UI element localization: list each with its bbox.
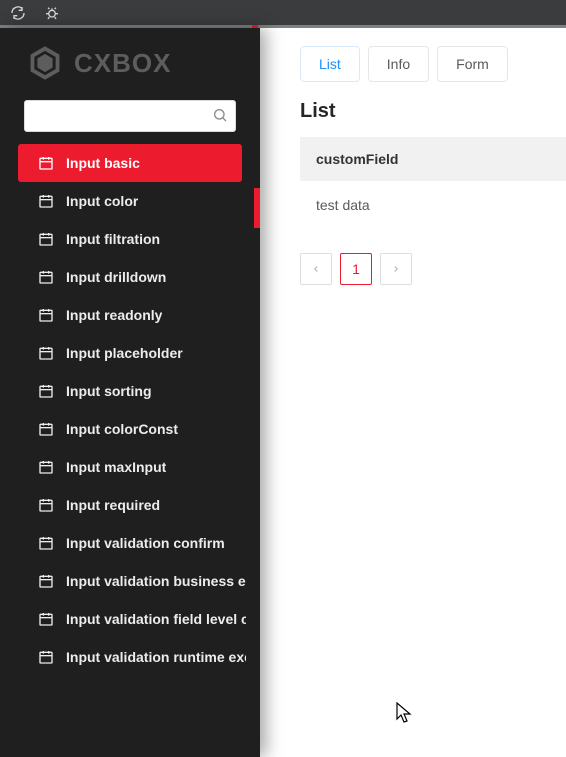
sidebar-item-5[interactable]: Input placeholder <box>0 334 260 372</box>
sidebar-item-label: Input validation confirm <box>66 535 225 551</box>
calendar-icon <box>38 459 54 475</box>
page-title: List <box>300 100 566 123</box>
sidebar-item-label: Input required <box>66 497 160 513</box>
sidebar-item-4[interactable]: Input readonly <box>0 296 260 334</box>
brand: CXBOX <box>0 28 260 92</box>
pagination-next[interactable] <box>380 253 412 285</box>
sidebar-item-13[interactable]: Input validation runtime exc <box>0 638 260 676</box>
sidebar-item-3[interactable]: Input drilldown <box>0 258 260 296</box>
calendar-icon <box>38 649 54 665</box>
calendar-icon <box>38 383 54 399</box>
calendar-icon <box>38 269 54 285</box>
sidebar-item-9[interactable]: Input required <box>0 486 260 524</box>
sidebar-item-label: Input color <box>66 193 138 209</box>
calendar-icon <box>38 573 54 589</box>
search-icon[interactable] <box>212 107 228 123</box>
calendar-icon <box>38 345 54 361</box>
bug-icon[interactable] <box>44 5 60 21</box>
calendar-icon <box>38 611 54 627</box>
sidebar-item-label: Input placeholder <box>66 345 183 361</box>
calendar-icon <box>38 535 54 551</box>
pagination-prev[interactable] <box>300 253 332 285</box>
sidebar: CXBOX Input basic Input color Input filtra… <box>0 28 260 757</box>
sidebar-item-label: Input readonly <box>66 307 162 323</box>
sidebar-item-2[interactable]: Input filtration <box>0 220 260 258</box>
sidebar-search <box>24 100 236 132</box>
tab-list[interactable]: List <box>300 46 360 82</box>
pagination-page-current[interactable]: 1 <box>340 253 372 285</box>
sidebar-item-label: Input validation runtime exc <box>66 649 246 665</box>
sidebar-item-0[interactable]: Input basic <box>18 144 242 182</box>
sidebar-menu: Input basic Input color Input filtration In… <box>0 144 260 676</box>
refresh-icon[interactable] <box>10 5 26 21</box>
sidebar-item-8[interactable]: Input maxInput <box>0 448 260 486</box>
calendar-icon <box>38 231 54 247</box>
active-indicator-stripe <box>254 188 260 228</box>
calendar-icon <box>38 155 54 171</box>
sidebar-item-12[interactable]: Input validation field level cu <box>0 600 260 638</box>
calendar-icon <box>38 497 54 513</box>
sidebar-item-label: Input filtration <box>66 231 160 247</box>
tab-form[interactable]: Form <box>437 46 508 82</box>
calendar-icon <box>38 307 54 323</box>
sidebar-item-label: Input basic <box>66 155 140 171</box>
table-header-cell[interactable]: customField <box>300 137 566 181</box>
brand-name: CXBOX <box>74 48 171 79</box>
sidebar-item-10[interactable]: Input validation confirm <box>0 524 260 562</box>
data-table: customField test data <box>300 137 566 229</box>
tab-info[interactable]: Info <box>368 46 429 82</box>
sidebar-item-label: Input colorConst <box>66 421 178 437</box>
calendar-icon <box>38 421 54 437</box>
pagination: 1 <box>300 253 566 285</box>
sidebar-item-label: Input validation field level cu <box>66 611 246 627</box>
sidebar-item-label: Input validation business ex <box>66 573 246 589</box>
sidebar-item-label: Input maxInput <box>66 459 166 475</box>
brand-logo-icon <box>26 44 64 82</box>
sidebar-item-7[interactable]: Input colorConst <box>0 410 260 448</box>
table-cell: test data <box>300 181 566 229</box>
devtools-topbar <box>0 0 566 25</box>
sidebar-item-label: Input drilldown <box>66 269 166 285</box>
sidebar-item-11[interactable]: Input validation business ex <box>0 562 260 600</box>
main-content: ListInfoForm List customField test data … <box>260 28 566 757</box>
sidebar-item-label: Input sorting <box>66 383 152 399</box>
tabs: ListInfoForm <box>300 46 566 82</box>
sidebar-item-1[interactable]: Input color <box>0 182 260 220</box>
search-input[interactable] <box>24 100 236 132</box>
calendar-icon <box>38 193 54 209</box>
sidebar-item-6[interactable]: Input sorting <box>0 372 260 410</box>
